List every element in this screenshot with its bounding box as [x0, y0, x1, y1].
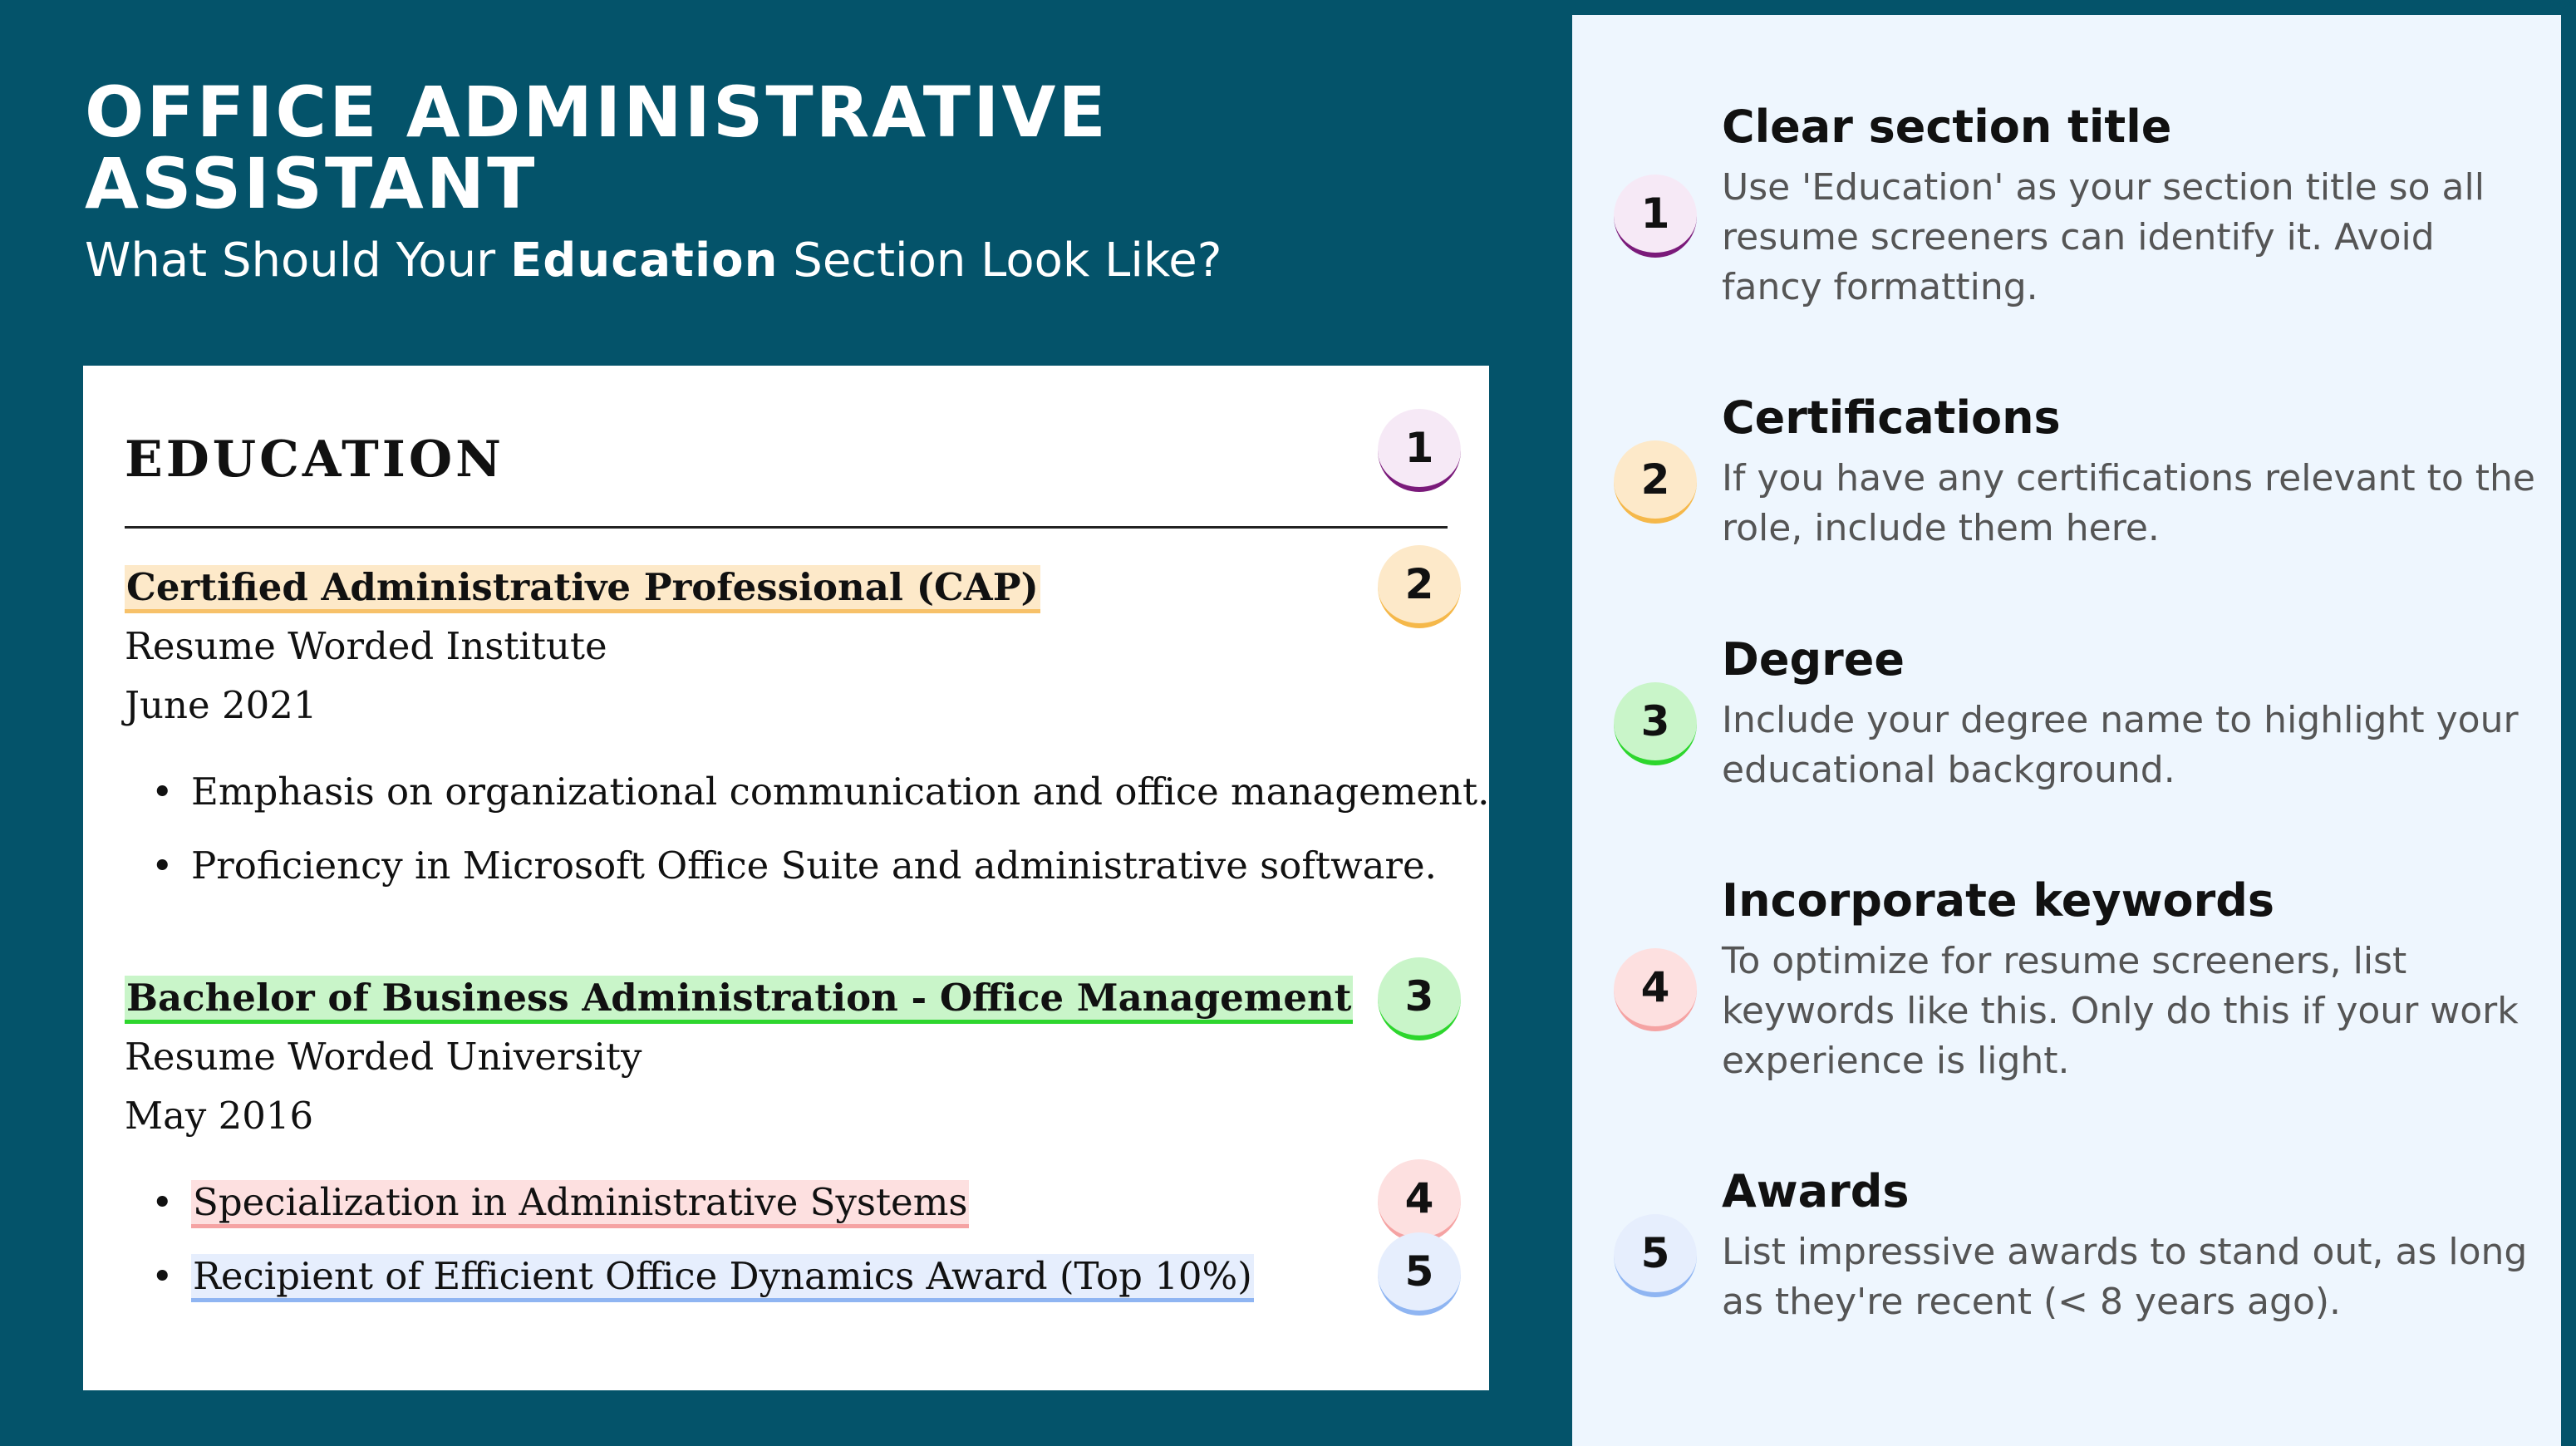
entry-1-bullet-2: • Proficiency in Microsoft Office Suite a… — [151, 841, 1437, 891]
page-title: OFFICE ADMINISTRATIVE ASSISTANT — [85, 71, 1109, 224]
entry-2-institution: Resume Worded University — [125, 1035, 642, 1079]
badge-2: 2 — [1378, 545, 1461, 628]
award-highlight: Recipient of Efficient Office Dynamics A… — [191, 1254, 1254, 1302]
entry-1-bullet-1: • Emphasis on organizational communicatio… — [151, 767, 1490, 817]
entry-1-date: June 2021 — [125, 683, 317, 727]
page-subtitle: What Should Your Education Section Look … — [85, 233, 1497, 289]
badge-1: 1 — [1378, 409, 1461, 492]
tip-4-description: To optimize for resume screeners, list k… — [1722, 940, 2519, 1082]
tip-5-description: List impressive awards to stand out, as … — [1722, 1231, 2528, 1323]
bullet-dot: • — [151, 770, 174, 814]
tip-1-description: Use 'Education' as your section title so… — [1722, 166, 2485, 308]
bullet-dot: • — [151, 1180, 174, 1224]
tip-1-badge: 1 — [1614, 175, 1697, 258]
subtitle-suffix: Section Look Like? — [778, 234, 1222, 288]
bullet-text: Emphasis on organizational communication… — [191, 770, 1490, 814]
resume-card: EDUCATION 1 Certified Administrative Pro… — [83, 366, 1489, 1390]
tip-3-description: Include your degree name to highlight yo… — [1722, 699, 2519, 791]
section-divider — [125, 526, 1448, 529]
tip-5-badge: 5 — [1614, 1214, 1697, 1297]
entry-2-bullet-1: • Specialization in Administrative System… — [151, 1178, 970, 1228]
entry-1-institution: Resume Worded Institute — [125, 624, 607, 668]
entry-2-title-highlight: Bachelor of Business Administration - Of… — [125, 976, 1354, 1024]
tip-2-badge: 2 — [1614, 440, 1697, 524]
badge-3: 3 — [1378, 957, 1461, 1040]
bullet-dot: • — [151, 1254, 174, 1298]
entry-2-date: May 2016 — [125, 1094, 314, 1138]
entry-1-title: Certified Administrative Professional (C… — [125, 563, 1040, 613]
tip-2-title: Certifications — [1722, 391, 2061, 444]
entry-2-bullet-2: • Recipient of Efficient Office Dynamics … — [151, 1252, 1254, 1302]
tip-3-badge: 3 — [1614, 682, 1697, 765]
tip-4-badge: 4 — [1614, 948, 1697, 1031]
tip-4-title: Incorporate keywords — [1722, 874, 2275, 927]
bullet-text: Proficiency in Microsoft Office Suite an… — [191, 844, 1437, 888]
keyword-highlight: Specialization in Administrative Systems — [191, 1180, 970, 1228]
tip-5-title: Awards — [1722, 1165, 1910, 1217]
subtitle-emphasis: Education — [509, 234, 779, 288]
entry-1-title-highlight: Certified Administrative Professional (C… — [125, 565, 1040, 613]
education-heading: EDUCATION — [125, 430, 504, 489]
badge-4: 4 — [1378, 1159, 1461, 1242]
tip-1-title: Clear section title — [1722, 101, 2172, 153]
bullet-dot: • — [151, 844, 174, 888]
headline: OFFICE ADMINISTRATIVE ASSISTANT What Sho… — [85, 76, 1497, 289]
subtitle-prefix: What Should Your — [85, 234, 510, 288]
tip-3-title: Degree — [1722, 633, 1905, 686]
entry-2-title: Bachelor of Business Administration - Of… — [125, 973, 1354, 1024]
tip-2-description: If you have any certifications relevant … — [1722, 457, 2535, 549]
tips-panel: 1 Clear section title Use 'Education' as… — [1572, 15, 2561, 1446]
badge-5: 5 — [1378, 1232, 1461, 1316]
